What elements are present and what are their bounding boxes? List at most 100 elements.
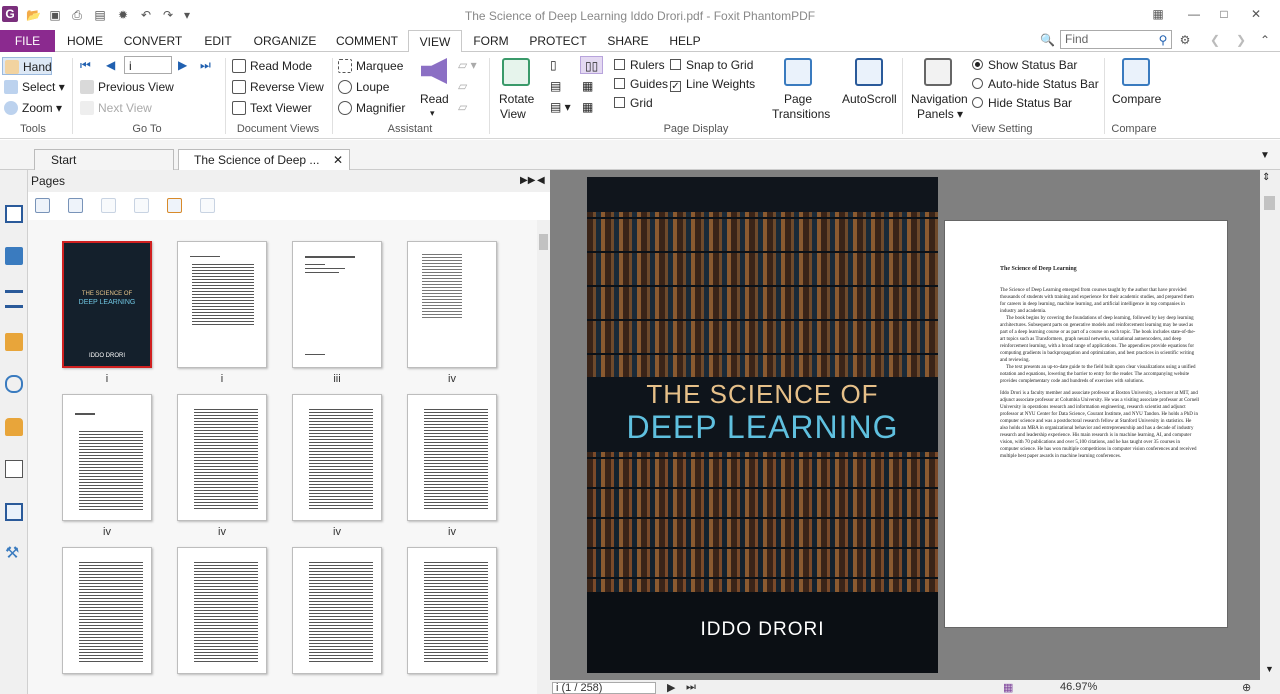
autoscroll-button[interactable]: AutoScroll	[842, 90, 897, 108]
comments-icon[interactable]	[5, 333, 23, 351]
read-aloud-speaker-icon[interactable]	[421, 58, 447, 84]
page-indicator[interactable]: i (1 / 258)	[552, 682, 656, 694]
compare-button[interactable]: Compare	[1112, 90, 1161, 108]
layers-icon[interactable]	[5, 290, 23, 308]
thumbnail-page-5[interactable]	[62, 394, 152, 521]
close-tab-icon[interactable]: ✕	[333, 150, 343, 170]
tab-start[interactable]: Start	[34, 149, 174, 170]
minimize-button[interactable]: —	[1186, 6, 1202, 22]
extract-page-icon[interactable]	[134, 198, 149, 213]
tab-protect[interactable]: PROTECT	[528, 30, 588, 52]
first-page-icon[interactable]: ⏮	[80, 56, 91, 74]
facing-page-status-icon[interactable]: ▦	[1003, 681, 1013, 694]
attachments-icon[interactable]	[5, 375, 23, 393]
thumbnail-page-2[interactable]	[177, 241, 267, 368]
zoom-tool-button[interactable]: Zoom ▾	[4, 99, 62, 117]
security-lock-icon[interactable]	[5, 418, 23, 436]
read-option-1-icon[interactable]: ▱ ▾	[458, 56, 477, 74]
guides-checkbox[interactable]: Guides	[614, 75, 668, 93]
thumbnail-page-10[interactable]	[177, 547, 267, 674]
restore-layout-icon[interactable]: ▦	[1150, 6, 1166, 22]
thumbnail-list[interactable]: THE SCIENCE OF DEEP LEARNING IDDO DRORI …	[28, 220, 538, 694]
reverse-view-button[interactable]: Reverse View	[232, 78, 324, 96]
split-icon[interactable]: ▦	[582, 98, 593, 116]
previous-view-button[interactable]: Previous View	[80, 78, 174, 96]
previous-page-icon[interactable]: ◀	[106, 56, 115, 74]
tab-comment[interactable]: COMMENT	[334, 30, 400, 52]
thumbnail-page-6[interactable]	[177, 394, 267, 521]
select-tool-button[interactable]: Select ▾	[4, 78, 65, 96]
insert-page-icon[interactable]	[101, 198, 116, 213]
single-page-icon[interactable]: ▯	[550, 56, 557, 74]
thumbnail-scrollbar[interactable]	[537, 220, 550, 694]
delete-page-icon[interactable]	[200, 198, 215, 213]
snap-to-grid-checkbox[interactable]: Snap to Grid	[670, 56, 753, 74]
file-menu[interactable]: FILE	[0, 30, 55, 52]
settings-gear-icon[interactable]: ⚙	[1178, 33, 1192, 47]
thumbnail-page-7[interactable]	[292, 394, 382, 521]
continuous-facing-icon[interactable]: ▦	[582, 77, 593, 95]
tab-document[interactable]: The Science of Deep ... ✕	[178, 149, 350, 170]
zoom-in-icon[interactable]: ⊕	[1242, 681, 1251, 694]
search-icon[interactable]: ⚲	[1156, 33, 1170, 47]
last-page-status-icon[interactable]: ⏭	[686, 681, 696, 694]
signatures-icon[interactable]	[5, 460, 23, 478]
tab-organize[interactable]: ORGANIZE	[253, 30, 317, 52]
thumbnail-page-8[interactable]	[407, 394, 497, 521]
next-page-status-icon[interactable]: ▶	[667, 681, 675, 694]
navigation-panels-label[interactable]: Panels ▾	[917, 105, 963, 123]
thumbnail-page-11[interactable]	[292, 547, 382, 674]
autohide-status-bar-radio[interactable]: Auto-hide Status Bar	[972, 75, 1099, 93]
read-option-2-icon[interactable]: ▱	[458, 77, 467, 95]
collapse-panel-icon[interactable]: ◀	[537, 170, 545, 192]
thumbnail-page-1[interactable]: THE SCIENCE OF DEEP LEARNING IDDO DRORI	[62, 241, 152, 368]
tab-list-dropdown-icon[interactable]: ▼	[1260, 150, 1270, 161]
show-status-bar-radio[interactable]: Show Status Bar	[972, 56, 1077, 74]
page-number-input[interactable]: i	[124, 56, 172, 74]
page-transitions-label[interactable]: Transitions	[772, 105, 830, 123]
scroll-down-icon[interactable]: ▼	[1265, 664, 1274, 674]
grid-checkbox[interactable]: Grid	[614, 94, 653, 112]
expand-panel-icon[interactable]: ▶▶	[520, 170, 535, 192]
tab-convert[interactable]: CONVERT	[122, 30, 184, 52]
thumbnail-page-12[interactable]	[407, 547, 497, 674]
scrollbar-thumb[interactable]	[1264, 196, 1275, 210]
tab-share[interactable]: SHARE	[604, 30, 652, 52]
tab-view[interactable]: VIEW	[408, 30, 462, 53]
pages-panel-icon[interactable]	[5, 205, 23, 223]
thumbnail-page-3[interactable]	[292, 241, 382, 368]
maximize-button[interactable]: □	[1216, 6, 1232, 22]
tools-wrench-icon[interactable]: ⚒	[5, 545, 23, 563]
thumbnail-page-4[interactable]	[407, 241, 497, 368]
collapse-ribbon-icon[interactable]: ⌃	[1258, 33, 1272, 47]
separate-cover-icon[interactable]: ▤ ▾	[550, 98, 571, 116]
zoom-in-thumbnails-icon[interactable]	[68, 198, 83, 213]
last-page-icon[interactable]: ⏭	[200, 56, 211, 74]
tab-form[interactable]: FORM	[470, 30, 512, 52]
hand-tool-button[interactable]: Hand	[2, 57, 52, 75]
find-folder-icon[interactable]: 🔍	[1040, 33, 1055, 47]
continuous-icon[interactable]: ▤	[550, 77, 561, 95]
zoom-out-thumbnails-icon[interactable]	[35, 198, 50, 213]
next-page-icon[interactable]: ▶	[178, 56, 187, 74]
tab-edit[interactable]: EDIT	[200, 30, 236, 52]
nav-forward-icon[interactable]: ❯	[1234, 33, 1248, 47]
tab-help[interactable]: HELP	[666, 30, 704, 52]
line-weights-checkbox[interactable]: ✓ Line Weights	[670, 75, 755, 93]
next-view-button[interactable]: Next View	[80, 99, 152, 117]
read-dropdown-icon[interactable]: ▾	[430, 104, 435, 122]
read-mode-button[interactable]: Read Mode	[232, 57, 312, 75]
rulers-checkbox[interactable]: Rulers	[614, 56, 665, 74]
scrollbar-thumb[interactable]	[539, 234, 548, 250]
loupe-button[interactable]: Loupe	[338, 78, 389, 96]
magnifier-button[interactable]: Magnifier	[338, 99, 405, 117]
facing-page-icon[interactable]: ▯▯	[580, 56, 604, 74]
split-view-icon[interactable]: ⇕	[1262, 172, 1270, 183]
rotate-view-label[interactable]: View	[500, 105, 526, 123]
close-button[interactable]: ✕	[1248, 6, 1264, 22]
bookmarks-icon[interactable]	[5, 247, 23, 265]
tab-home[interactable]: HOME	[63, 30, 107, 52]
text-viewer-button[interactable]: Text Viewer	[232, 99, 312, 117]
document-viewer[interactable]: THE SCIENCE OF DEEP LEARNING IDDO DRORI …	[550, 170, 1260, 680]
hide-status-bar-radio[interactable]: Hide Status Bar	[972, 94, 1072, 112]
